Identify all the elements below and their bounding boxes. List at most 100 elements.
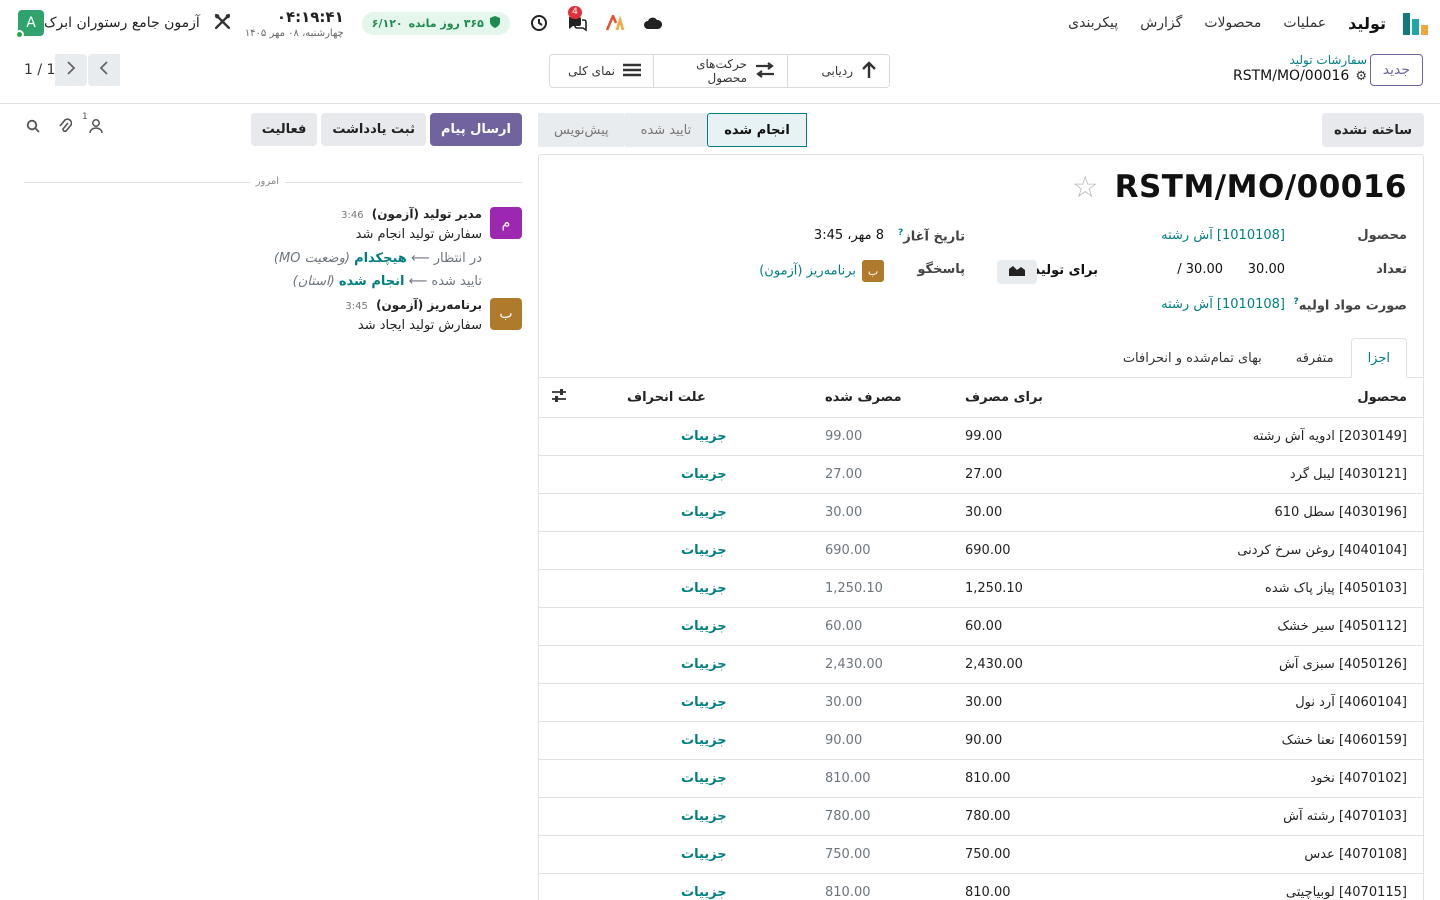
product-moves-button[interactable]: حرکت‌های محصول (653, 55, 787, 87)
message-header: مدیر تولید (آزمون) 3:46 (274, 207, 482, 221)
message-author[interactable]: برنامه‌ریز (آزمون) (376, 298, 482, 312)
table-row[interactable]: [4050126] سبزی آش 2,430.00 2,430.00 جزییات (539, 645, 1423, 684)
table-row[interactable]: [4040104] روغن سرخ کردنی 690.00 690.00 جزیی… (539, 531, 1423, 570)
row-details-link[interactable]: جزییات (579, 569, 813, 608)
ai-icon[interactable] (604, 12, 626, 34)
table-header-row: محصول برای مصرف مصرف شده علت انحراف (539, 379, 1423, 418)
messages-icon[interactable]: 4 (566, 6, 588, 34)
col-deviation[interactable]: علت انحراف (579, 379, 813, 418)
menu-reporting[interactable]: گزارش (1140, 15, 1182, 31)
search-icon[interactable] (24, 119, 42, 137)
gear-icon[interactable]: ⚙ (1355, 69, 1367, 84)
author-avatar[interactable]: ب (490, 298, 522, 330)
chevron-left-icon (99, 61, 109, 79)
table-row[interactable]: [4060159] نعنا خشک 90.00 90.00 جزییات (539, 721, 1423, 760)
row-consumed: 30.00 (813, 683, 953, 722)
row-spacer (539, 645, 579, 684)
row-details-link[interactable]: جزییات (579, 835, 813, 874)
row-spacer (539, 493, 579, 532)
table-row[interactable]: [4070102] نخود 810.00 810.00 جزییات (539, 759, 1423, 798)
table-row[interactable]: [4050103] پیاز پاک شده 1,250.10 1,250.10 جز… (539, 569, 1423, 608)
row-spacer (539, 607, 579, 646)
menu-products[interactable]: محصولات (1204, 15, 1261, 31)
row-product: [4060159] نعنا خشک (1093, 721, 1423, 760)
product-moves-label: حرکت‌های محصول (696, 57, 747, 85)
qty-produced[interactable]: 30.00 (1248, 262, 1285, 277)
paperclip-icon[interactable] (56, 118, 74, 138)
row-details-link[interactable]: جزییات (579, 873, 813, 900)
row-to-consume: 2,430.00 (953, 645, 1093, 684)
tab-miscellaneous[interactable]: متفرقه (1279, 338, 1351, 378)
tab-components[interactable]: اجزا (1350, 338, 1407, 378)
row-to-consume: 1,250.10 (953, 569, 1093, 608)
tab-costs-variances[interactable]: بهای تمام‌شده و انحرافات (1106, 338, 1279, 378)
overview-button[interactable]: نمای کلی (550, 55, 653, 87)
responsible-field[interactable]: ب برنامه‌ریز (آزمون) (759, 260, 884, 282)
stage-draft[interactable]: پیش‌نویس (538, 113, 625, 147)
message-author[interactable]: مدیر تولید (آزمون) (372, 207, 482, 221)
row-details-link[interactable]: جزییات (579, 797, 813, 836)
row-consumed: 27.00 (813, 455, 953, 494)
bom-field[interactable]: [1010108] آش رشته (1161, 297, 1285, 312)
menu-configuration[interactable]: پیکربندی (1068, 15, 1118, 31)
clock-date: چهارشنبه، ۰۸ مهر ۱۴۰۵ (244, 27, 344, 39)
row-product: [4030121] لیبل گرد (1093, 455, 1423, 494)
stage-confirmed[interactable]: تایید شده (624, 113, 708, 147)
unbuild-button[interactable]: ساخته نشده (1321, 113, 1424, 147)
pager-next-button[interactable] (55, 54, 88, 86)
breadcrumb-parent[interactable]: سفارشات تولید (1233, 53, 1367, 67)
user-avatar[interactable]: A (15, 10, 44, 39)
table-row[interactable]: [4060104] آرد نول 30.00 30.00 جزییات (539, 683, 1423, 722)
row-details-link[interactable]: جزییات (579, 493, 813, 532)
table-row[interactable]: [2030149] ادویه آش رشته 99.00 99.00 جزییات (539, 417, 1423, 456)
table-row[interactable]: [4030196] سطل 610 30.00 30.00 جزییات (539, 493, 1423, 532)
table-row[interactable]: [4070115] لوبیاچیتی 810.00 810.00 جزییات (539, 873, 1423, 900)
forecast-chart-button[interactable] (997, 260, 1037, 284)
col-consumed[interactable]: مصرف شده (813, 379, 953, 418)
star-icon[interactable]: ☆ (1072, 170, 1099, 205)
row-product: [4070102] نخود (1093, 759, 1423, 798)
author-avatar[interactable]: م (490, 207, 522, 239)
row-details-link[interactable]: جزییات (579, 759, 813, 798)
traceability-button[interactable]: ردیابی (787, 55, 889, 87)
manufacturing-app-icon[interactable] (1400, 11, 1428, 35)
qty-total: 30.00 / (1177, 262, 1223, 277)
company-name[interactable]: آزمون جامع رستوران ابرک (44, 15, 200, 31)
table-row[interactable]: [4050112] سیر خشک 60.00 60.00 جزییات (539, 607, 1423, 646)
table-row[interactable]: [4070103] رشته آش 780.00 780.00 جزییات (539, 797, 1423, 836)
col-to-consume[interactable]: برای مصرف (953, 379, 1093, 418)
product-field[interactable]: [1010108] آش رشته (1161, 228, 1285, 243)
column-settings-icon[interactable] (539, 379, 579, 418)
start-date-field[interactable]: 8 مهر، 3:45 (814, 228, 884, 243)
activity-button[interactable]: فعالیت (250, 113, 318, 146)
responsible-name[interactable]: برنامه‌ریز (آزمون) (759, 264, 856, 279)
table-row[interactable]: [4030121] لیبل گرد 27.00 27.00 جزییات (539, 455, 1423, 494)
chatter-icons: 1 (24, 112, 106, 138)
subscription-badge[interactable]: ۳۶۵ روز مانده ۶/۱۲۰ (361, 11, 510, 35)
table-row[interactable]: [4070108] عدس 750.00 750.00 جزییات (539, 835, 1423, 874)
row-details-link[interactable]: جزییات (579, 645, 813, 684)
row-details-link[interactable]: جزییات (579, 417, 813, 456)
clock-icon[interactable] (528, 12, 550, 34)
cloud-icon[interactable] (642, 12, 664, 34)
row-details-link[interactable]: جزییات (579, 531, 813, 570)
stage-done[interactable]: انجام شده (707, 113, 807, 147)
col-product[interactable]: محصول (1093, 379, 1423, 418)
app-name[interactable]: تولید (1348, 14, 1386, 33)
clock-time: ۰۴:۱۹:۴۱ (276, 7, 344, 26)
row-details-link[interactable]: جزییات (579, 455, 813, 494)
traceability-label: ردیابی (821, 64, 853, 78)
stage-pipeline: انجام شده تایید شده پیش‌نویس (538, 113, 807, 147)
log-note-button[interactable]: ثبت یادداشت (321, 113, 426, 146)
row-details-link[interactable]: جزییات (579, 721, 813, 760)
menu-operations[interactable]: عملیات (1283, 15, 1326, 31)
tools-icon[interactable] (214, 13, 231, 34)
row-details-link[interactable]: جزییات (579, 683, 813, 722)
row-details-link[interactable]: جزییات (579, 607, 813, 646)
row-product: [4050112] سیر خشک (1093, 607, 1423, 646)
followers-icon[interactable]: 1 (82, 112, 106, 138)
pager-value[interactable]: 1 / 1 (24, 62, 55, 78)
send-message-button[interactable]: ارسال پیام (429, 113, 522, 146)
new-button[interactable]: جدید (1369, 54, 1423, 86)
pager-previous-button[interactable] (88, 54, 121, 86)
